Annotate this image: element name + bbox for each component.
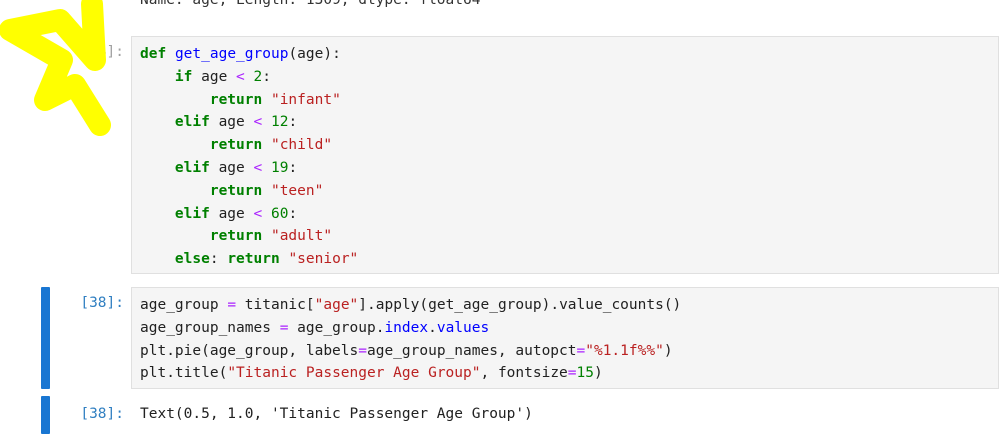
code-token: elif [174,205,210,222]
code-token: : [209,251,228,268]
code-token: 12 [270,114,289,131]
code-line: elif age < 60: [140,203,358,226]
code-block: def get_age_group(age): if age < 2: retu… [140,43,358,271]
code-token: : [262,68,271,85]
code-token: age [209,114,254,131]
code-token: : [288,114,298,131]
code-token: age_group. [288,319,385,336]
code-token: age_group_names [140,319,280,336]
code-line: plt.pie(age_group, labels=age_group_name… [140,340,681,363]
code-token: < [253,205,263,222]
code-line: age_group_names = age_group.index.values [140,317,681,340]
code-token: "age" [314,297,359,313]
code-line: elif age < 12: [140,111,358,134]
code-token: : [288,205,298,222]
previous-cell-output: Name: age, Length: 1309, dtype: float64 [140,0,481,8]
code-line: age_group = titanic["age"].apply(get_age… [140,294,681,317]
code-token: = [567,365,577,382]
code-token: ].apply(get_age_group).value_counts() [358,297,682,313]
code-token: if [174,68,193,85]
code-token: 15 [576,365,594,382]
code-token: age [209,159,254,176]
code-token: age [209,205,254,222]
code-token: values [436,319,490,336]
code-token: < [253,159,263,176]
code-token: "child" [270,137,333,154]
code-token: = [576,342,586,359]
code-token: return [227,251,280,268]
code-line: plt.title("Titanic Passenger Age Group",… [140,362,681,385]
code-line: return "infant" [140,89,358,112]
code-line: else: return "senior" [140,248,358,271]
code-token: elif [174,114,210,131]
code-line: def get_age_group(age): [140,43,358,66]
code-token: < [236,68,245,85]
code-token: plt.title( [140,365,228,382]
code-token: , fontsize [480,365,568,382]
code-token: "infant" [270,91,341,108]
code-cell-38[interactable]: [38]: age_group = titanic["age"].apply(g… [0,287,999,389]
code-token: titanic[ [236,297,315,313]
code-token: return [209,228,263,245]
code-token: elif [174,159,210,176]
code-line: if age < 2: [140,66,358,89]
code-token: "senior" [288,251,359,268]
code-line: return "child" [140,134,358,157]
code-token: else [174,251,210,268]
code-token: = [358,342,367,359]
code-block: age_group = titanic["age"].apply(get_age… [140,294,681,385]
output-prompt: [38]: [80,406,124,422]
code-token: : [288,159,298,176]
code-token: age_group [140,297,228,313]
cell-input-editor[interactable]: def get_age_group(age): if age < 2: retu… [131,36,999,274]
code-line: elif age < 19: [140,157,358,180]
code-token: . [428,319,437,336]
code-token: 19 [270,159,289,176]
code-token: (age): [288,46,341,62]
code-token: < [253,114,263,131]
code-token: return [209,91,263,108]
code-token: "Titanic Passenger Age Group" [227,365,481,382]
code-token: 2 [253,68,263,85]
code-token: "adult" [270,228,333,245]
code-token: get_age_group [174,46,289,62]
code-token: age_group_names, autopct [366,342,577,359]
code-token: "%1.1f%%" [585,342,664,359]
code-token: return [209,137,263,154]
output-area-38: [38]: Text(0.5, 1.0, 'Titanic Passenger … [0,396,999,434]
code-token: = [227,297,237,313]
code-line: return "teen" [140,180,358,203]
output-text: Text(0.5, 1.0, 'Titanic Passenger Age Gr… [140,406,533,422]
code-token: plt.pie(age_group, labels [140,342,359,359]
highlighter-annotation [0,0,111,136]
code-token: index [384,319,429,336]
cell-prompt: [38]: [80,295,124,311]
code-token: ) [594,365,603,382]
code-token: return [209,182,263,199]
code-token: 60 [270,205,289,222]
cell-input-editor[interactable]: age_group = titanic["age"].apply(get_age… [131,287,999,389]
code-token: ) [663,342,673,359]
code-token: age [192,68,237,85]
code-line: return "adult" [140,225,358,248]
code-token: "teen" [270,182,324,199]
